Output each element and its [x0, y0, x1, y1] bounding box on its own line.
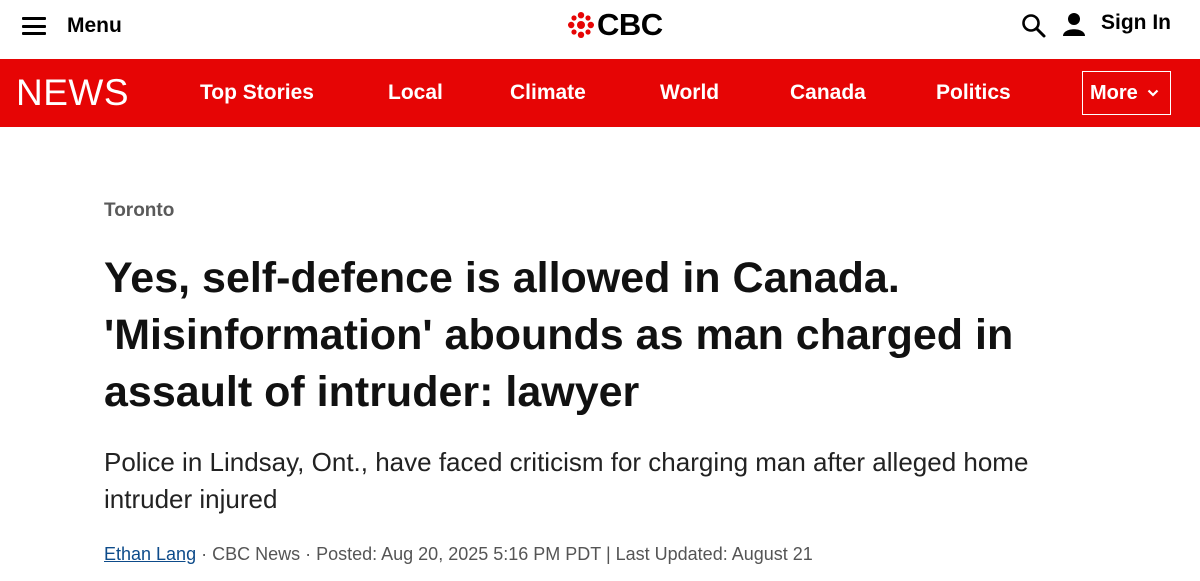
byline: Ethan Lang · CBC News · Posted: Aug 20, … — [104, 544, 813, 565]
cbc-gem-icon — [568, 12, 594, 38]
headline: Yes, self-defence is allowed in Canada. … — [104, 254, 1014, 416]
author-link[interactable]: Ethan Lang — [104, 544, 196, 564]
nav-item-politics[interactable]: Politics — [936, 80, 1011, 106]
byline-meta: · CBC News · Posted: Aug 20, 2025 5:16 P… — [196, 544, 813, 564]
sign-in-link[interactable]: Sign In — [1101, 11, 1171, 35]
section-label[interactable]: Toronto — [104, 200, 174, 222]
news-logo[interactable]: NEWS — [16, 73, 129, 113]
hamburger-icon[interactable] — [22, 17, 46, 35]
logo-text: CBC — [597, 7, 663, 42]
nav-item-canada[interactable]: Canada — [790, 80, 866, 106]
more-label: More — [1090, 81, 1138, 104]
cbc-logo[interactable]: CBC — [568, 7, 663, 42]
user-icon[interactable] — [1063, 12, 1085, 36]
nav-item-world[interactable]: World — [660, 80, 719, 106]
top-bar: Menu CBC Sign In — [0, 0, 1200, 59]
nav-item-top-stories[interactable]: Top Stories — [200, 80, 314, 106]
main-nav: NEWS Top Stories Local Climate World Can… — [0, 59, 1200, 127]
search-icon[interactable] — [1021, 13, 1047, 39]
chevron-down-icon — [1147, 89, 1159, 97]
menu-label[interactable]: Menu — [67, 14, 122, 38]
article-deck: Police in Lindsay, Ont., have faced crit… — [104, 447, 1029, 514]
nav-item-climate[interactable]: Climate — [510, 80, 586, 106]
nav-item-local[interactable]: Local — [388, 80, 443, 106]
menu-button[interactable]: Menu — [22, 12, 122, 40]
more-button[interactable]: More — [1082, 71, 1171, 115]
